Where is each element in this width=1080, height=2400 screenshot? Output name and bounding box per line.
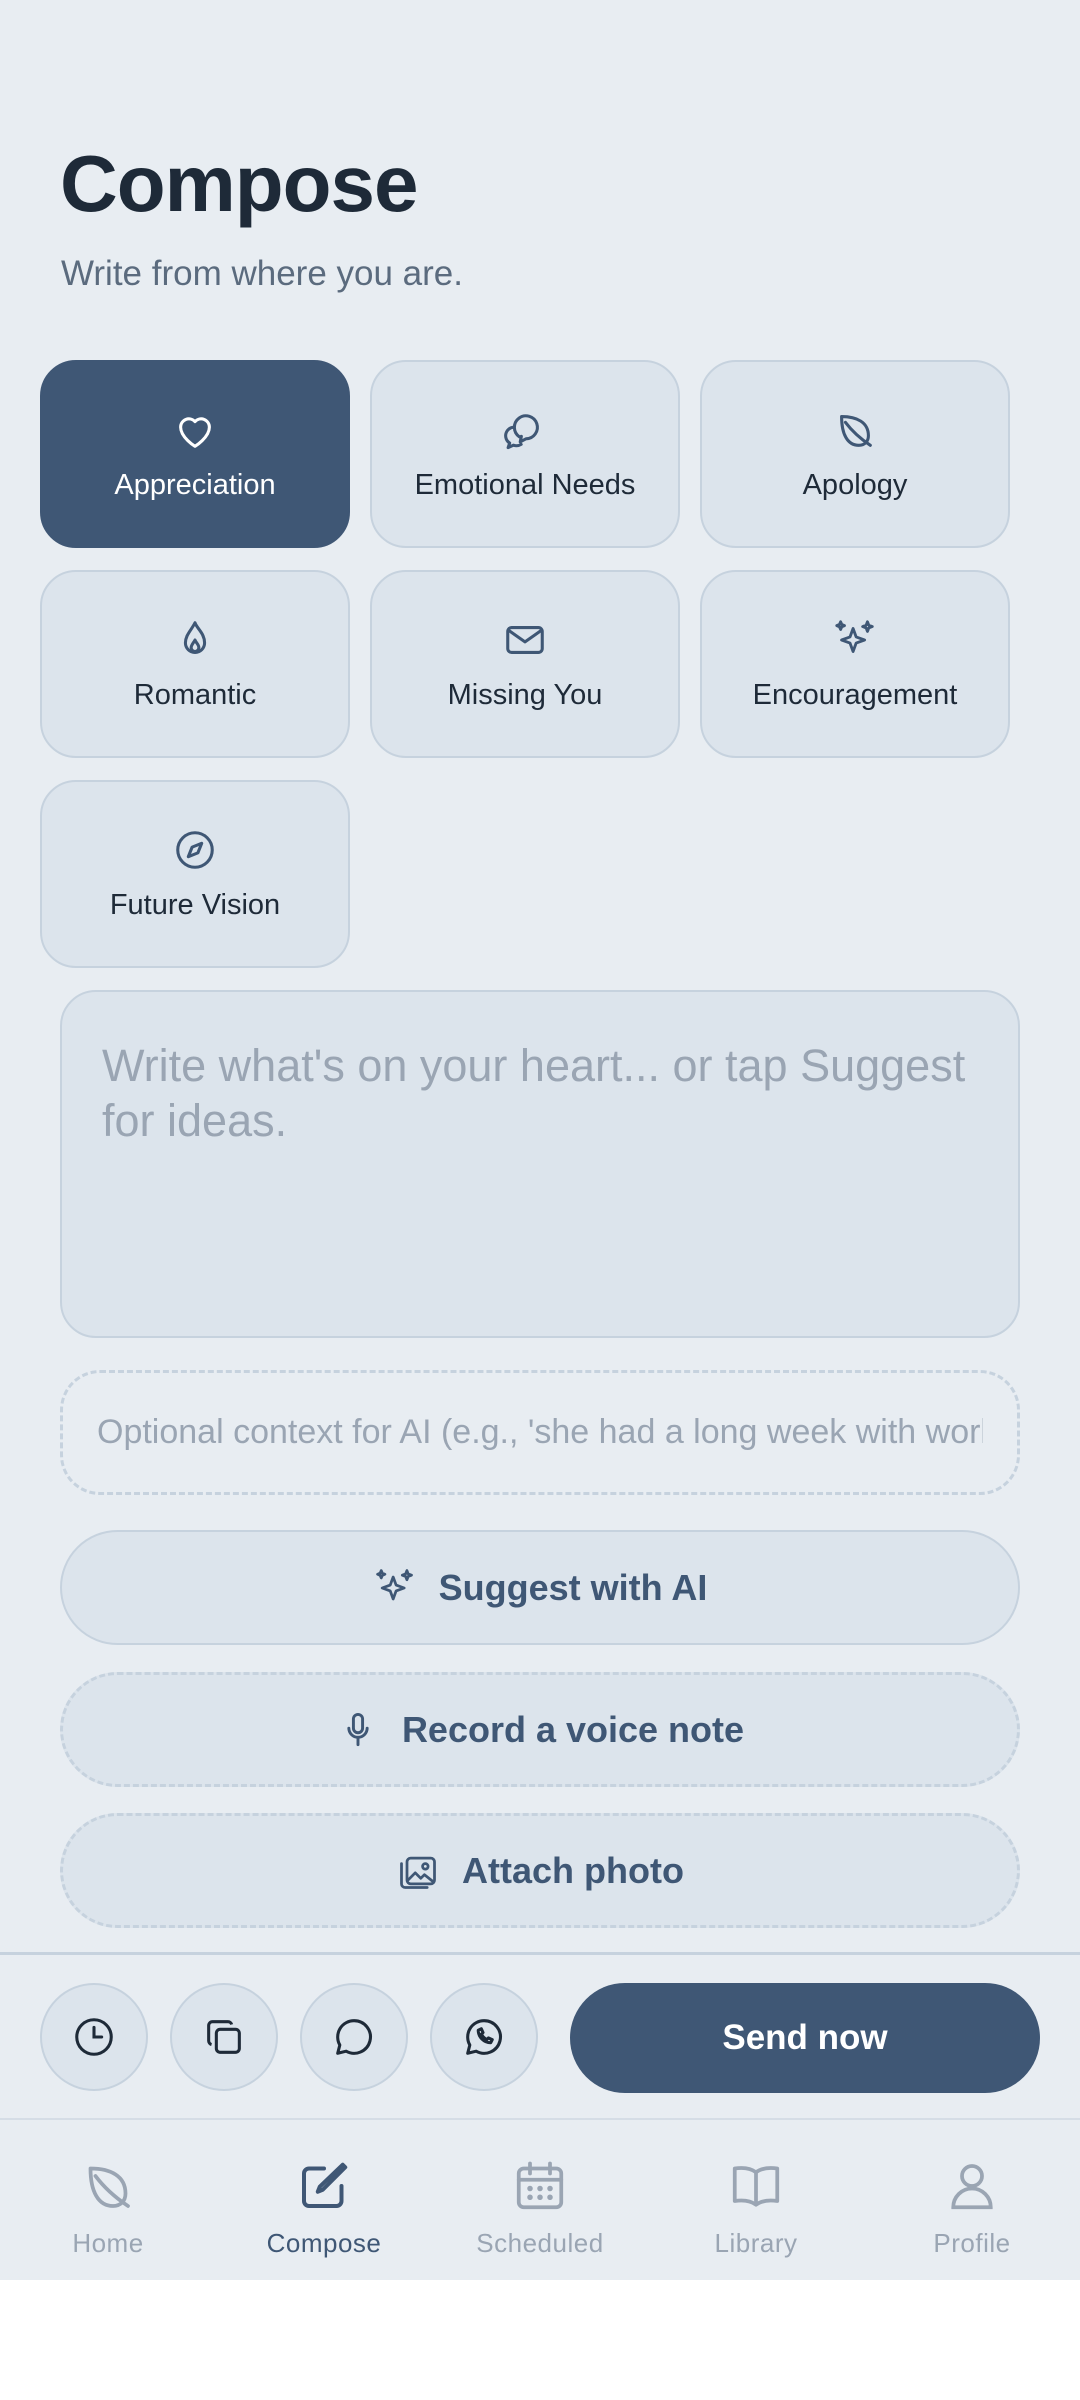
category-missing-you[interactable]: Missing You <box>370 570 680 758</box>
action-bar: Send now <box>0 1952 1080 2120</box>
category-label: Encouragement <box>752 678 958 711</box>
tab-label: Profile <box>933 2228 1011 2258</box>
person-icon <box>951 2164 993 2210</box>
microphone-icon <box>336 1708 380 1752</box>
bottom-nav: Home Compose Scheduled Library Profile <box>0 2122 1080 2280</box>
chat-bubbles-icon <box>502 407 548 453</box>
category-label: Missing You <box>447 678 603 711</box>
category-label: Apology <box>802 468 908 501</box>
category-grid: Appreciation Emotional Needs Apology Rom… <box>40 360 1040 970</box>
flame-icon <box>172 617 218 663</box>
copy-button[interactable] <box>170 1983 278 2091</box>
whatsapp-button[interactable] <box>430 1983 538 2091</box>
schedule-button[interactable] <box>40 1983 148 2091</box>
message-icon <box>336 2019 372 2055</box>
record-voice-note-button[interactable]: Record a voice note <box>60 1672 1020 1787</box>
category-label: Future Vision <box>109 888 281 921</box>
tab-label: Library <box>714 2228 798 2258</box>
compass-icon <box>172 827 218 873</box>
attach-photo-label: Attach photo <box>462 1849 684 1891</box>
sms-button[interactable] <box>300 1983 408 2091</box>
image-icon <box>396 1849 440 1893</box>
tab-label: Compose <box>266 2228 382 2258</box>
category-future-vision[interactable]: Future Vision <box>40 780 350 968</box>
compose-screen: Compose Write from where you are. Apprec… <box>0 0 1080 2280</box>
category-emotional-needs[interactable]: Emotional Needs <box>370 360 680 548</box>
tab-compose[interactable]: Compose <box>224 2156 424 2266</box>
suggest-with-ai-button[interactable]: Suggest with AI <box>60 1530 1020 1645</box>
book-icon <box>732 2166 780 2207</box>
category-appreciation[interactable]: Appreciation <box>40 360 350 548</box>
ai-context-input[interactable] <box>60 1370 1020 1495</box>
tab-scheduled[interactable]: Scheduled <box>440 2156 640 2266</box>
voice-note-label: Record a voice note <box>401 1708 745 1750</box>
send-now-button[interactable]: Send now <box>570 1983 1040 2093</box>
page-subtitle: Write from where you are. <box>61 254 463 293</box>
page-title: Compose <box>60 139 418 228</box>
category-encouragement[interactable]: Encouragement <box>700 570 1010 758</box>
leaf-icon <box>88 2166 130 2208</box>
leaf-icon <box>832 407 878 453</box>
suggest-label: Suggest with AI <box>438 1566 708 1608</box>
message-input[interactable] <box>60 990 1020 1338</box>
tab-home[interactable]: Home <box>8 2156 208 2266</box>
attach-photo-button[interactable]: Attach photo <box>60 1813 1020 1928</box>
sparkles-icon <box>373 1566 417 1610</box>
tab-label: Scheduled <box>476 2228 604 2258</box>
category-apology[interactable]: Apology <box>700 360 1010 548</box>
edit-icon <box>302 2162 348 2208</box>
category-label: Romantic <box>133 678 257 711</box>
tab-library[interactable]: Library <box>656 2156 856 2266</box>
tab-label: Home <box>72 2228 144 2258</box>
tab-profile[interactable]: Profile <box>872 2156 1072 2266</box>
envelope-icon <box>502 617 548 663</box>
whatsapp-icon <box>466 2019 502 2055</box>
calendar-icon <box>516 2161 564 2210</box>
category-label: Appreciation <box>114 468 276 501</box>
category-label: Emotional Needs <box>414 468 636 501</box>
category-romantic[interactable]: Romantic <box>40 570 350 758</box>
sparkles-icon <box>832 617 878 663</box>
copy-icon <box>207 2020 241 2054</box>
clock-icon <box>75 2018 113 2056</box>
heart-icon <box>172 407 218 453</box>
